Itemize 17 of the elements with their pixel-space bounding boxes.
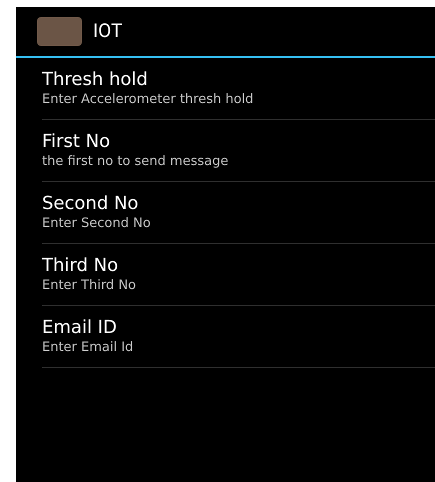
preference-summary: the first no to send message bbox=[42, 152, 230, 170]
preference-item[interactable]: Email ID Enter Email Id bbox=[42, 306, 435, 368]
preference-summary: Enter Second No bbox=[42, 214, 152, 232]
preference-title: Thresh hold bbox=[42, 68, 149, 90]
preference-summary: Enter Accelerometer thresh hold bbox=[42, 90, 254, 108]
preference-summary: Enter Email Id bbox=[42, 338, 134, 356]
app-title: IOT bbox=[93, 18, 122, 44]
preference-title: Second No bbox=[42, 192, 140, 214]
preference-summary: Enter Third No bbox=[42, 276, 137, 294]
preference-title: Email ID bbox=[42, 316, 118, 338]
preference-item[interactable]: Second No Enter Second No bbox=[42, 182, 435, 244]
preference-title: First No bbox=[42, 130, 112, 152]
preference-item[interactable]: First No the first no to send message bbox=[42, 120, 435, 182]
preference-item[interactable]: Thresh hold Enter Accelerometer thresh hold bbox=[42, 58, 435, 120]
photo-placeholder bbox=[37, 17, 82, 46]
preference-item[interactable]: Third No Enter Third No bbox=[42, 244, 435, 306]
preference-title: Third No bbox=[42, 254, 120, 276]
